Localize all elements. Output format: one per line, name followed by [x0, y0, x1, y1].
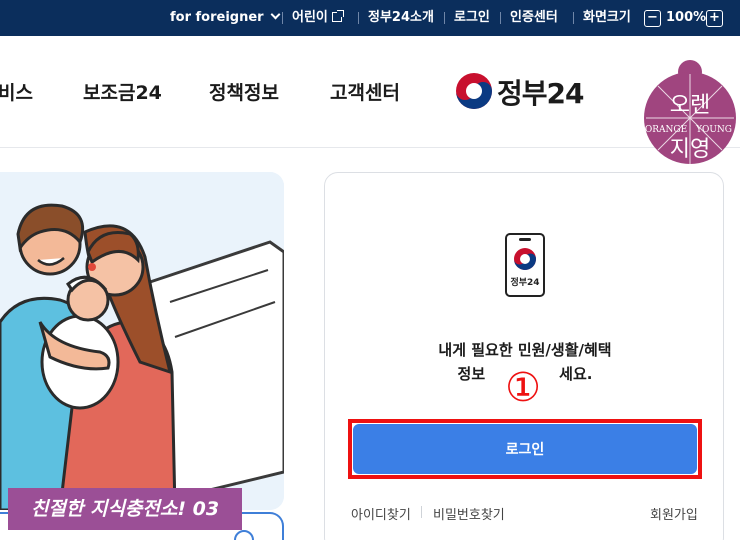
login-message-line2-end: 세요.	[559, 365, 593, 383]
watermark-line2: 지영	[670, 137, 710, 162]
login-message-line1: 내게 필요한 민원/생활/혜택	[438, 341, 612, 359]
nav-item-support[interactable]: 고객센터	[330, 78, 400, 105]
cert-center-link[interactable]: 인증센터	[510, 0, 558, 36]
about-link[interactable]: 정부24소개	[368, 0, 434, 36]
login-button[interactable]: 로그인	[353, 424, 697, 474]
orange-young-watermark: 3 7 오렌 ORANGE YOUNG 지영	[644, 38, 736, 164]
top-login-link[interactable]: 로그인	[454, 0, 490, 36]
divider	[500, 12, 501, 24]
find-id-link[interactable]: 아이디찾기	[351, 504, 411, 523]
divider	[573, 12, 574, 24]
login-card: 정부24 내게 필요한 민원/생활/혜택 정보 세요.	[324, 172, 724, 540]
mobile-app-icon: 정부24	[505, 233, 545, 297]
zoom-in-button[interactable]: +	[706, 10, 723, 27]
nav-item-policy[interactable]: 정책정보	[209, 78, 279, 105]
taegeuk-icon	[456, 73, 492, 109]
phone-notch	[519, 238, 531, 241]
taegeuk-small-icon	[514, 248, 536, 270]
kids-link-label: 어린이	[292, 10, 328, 25]
step-marker-1: ①	[494, 362, 552, 414]
screen-size-label: 화면크기	[583, 10, 631, 25]
external-link-icon	[331, 10, 344, 22]
divider	[282, 12, 283, 24]
divider	[358, 12, 359, 24]
family-illustration	[0, 172, 284, 510]
hero-caption-banner: 친절한 지식충전소! 03	[8, 488, 242, 530]
divider	[444, 12, 445, 24]
top-utility-bar: for foreigner 어린이 정부24소개 로그인 인증센터 화면크기 −…	[0, 0, 740, 36]
logo-text: 정부24	[497, 77, 584, 110]
chevron-down-icon	[270, 9, 281, 20]
nav-divider	[0, 147, 740, 148]
kids-link[interactable]: 어린이	[292, 0, 344, 36]
zoom-level: 100%	[666, 10, 707, 25]
login-message-line2-start: 정보	[457, 365, 486, 383]
app-label: 정부24	[510, 278, 540, 288]
watermark-en-right: YOUNG	[695, 125, 732, 135]
hero-banner[interactable]	[0, 172, 284, 510]
watermark-number: 3 7	[679, 38, 701, 54]
links-divider	[421, 506, 422, 518]
language-selector-label: for foreigner	[170, 10, 264, 25]
zoom-out-button[interactable]: −	[644, 10, 661, 27]
find-password-link[interactable]: 비밀번호찾기	[433, 504, 505, 523]
nav-item-subsidy[interactable]: 보조금24	[83, 78, 162, 105]
signup-link[interactable]: 회원가입	[650, 504, 698, 523]
watermark-line1: 오렌	[670, 93, 710, 118]
nav-item-services[interactable]: 비스	[0, 78, 33, 105]
language-selector[interactable]: for foreigner	[170, 0, 281, 36]
watermark-en-left: ORANGE	[645, 125, 687, 135]
